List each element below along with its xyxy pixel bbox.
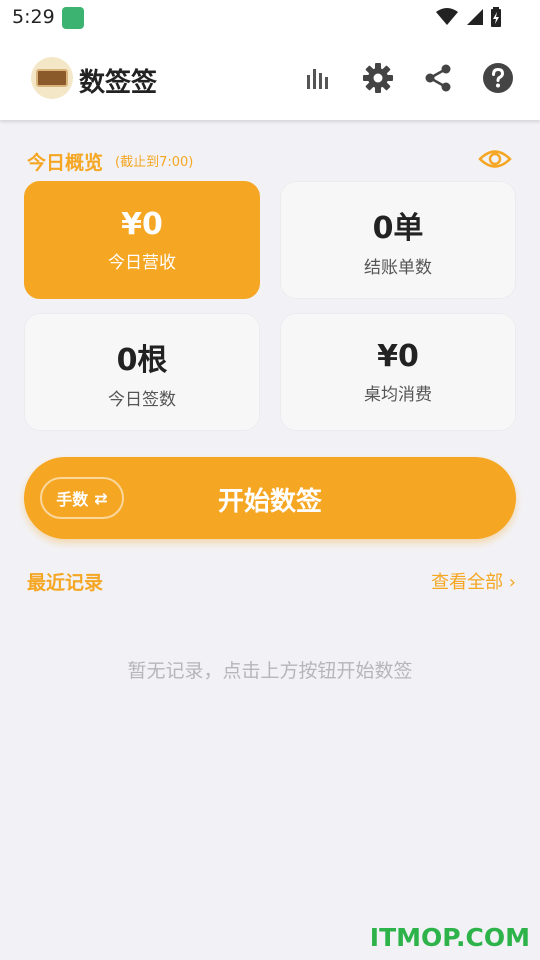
card-value: ¥0 bbox=[121, 207, 163, 242]
empty-state-text: 暂无记录，点击上方按钮开始数签 bbox=[127, 660, 413, 682]
today-revenue-card[interactable]: ¥0 今日营收 bbox=[24, 181, 260, 299]
share-button[interactable] bbox=[422, 62, 454, 94]
card-label: 今日营收 bbox=[108, 253, 176, 273]
statistics-button[interactable] bbox=[302, 62, 334, 94]
watermark: ITMOP.COM bbox=[369, 923, 530, 952]
app-bar: 数签签 bbox=[0, 36, 540, 120]
card-label: 桌均消费 bbox=[364, 385, 432, 405]
bar-chart-icon bbox=[307, 69, 328, 89]
card-label: 今日签数 bbox=[108, 389, 176, 410]
overview-cutoff-time: (截止到7:00) bbox=[115, 155, 194, 170]
settings-button[interactable] bbox=[362, 62, 394, 94]
status-icons bbox=[436, 7, 502, 27]
view-all-link[interactable]: 查看全部 › bbox=[431, 568, 516, 594]
today-sticks-card[interactable]: 0根 今日签数 bbox=[24, 313, 260, 431]
notification-app-icon bbox=[62, 7, 84, 29]
toggle-visibility-button[interactable] bbox=[478, 146, 512, 172]
start-counting-button[interactable]: 手数 ⇄ 开始数签 bbox=[24, 457, 516, 539]
card-value: 0根 bbox=[116, 342, 168, 378]
start-counting-label: 开始数签 bbox=[217, 487, 322, 517]
abacus-logo-icon bbox=[36, 69, 68, 87]
eye-icon bbox=[478, 150, 512, 168]
status-time: 5:29 bbox=[12, 6, 55, 28]
share-icon bbox=[425, 64, 451, 92]
signal-icon bbox=[467, 9, 483, 25]
help-icon bbox=[483, 63, 513, 93]
app-title: 数签签 bbox=[79, 68, 158, 98]
card-value: ¥0 bbox=[377, 339, 419, 374]
gear-icon bbox=[363, 63, 393, 93]
overview-title: 今日概览 bbox=[27, 152, 104, 174]
help-button[interactable] bbox=[482, 62, 514, 94]
battery-icon bbox=[491, 7, 501, 27]
status-bar: 5:29 bbox=[0, 0, 540, 36]
recent-records-title: 最近记录 bbox=[27, 572, 104, 594]
checkout-orders-card[interactable]: 0单 结账单数 bbox=[280, 181, 516, 299]
app-logo bbox=[31, 57, 73, 99]
card-value: 0单 bbox=[372, 210, 424, 246]
wifi-icon bbox=[436, 8, 458, 25]
average-per-table-card[interactable]: ¥0 桌均消费 bbox=[280, 313, 516, 431]
card-label: 结账单数 bbox=[364, 257, 432, 278]
